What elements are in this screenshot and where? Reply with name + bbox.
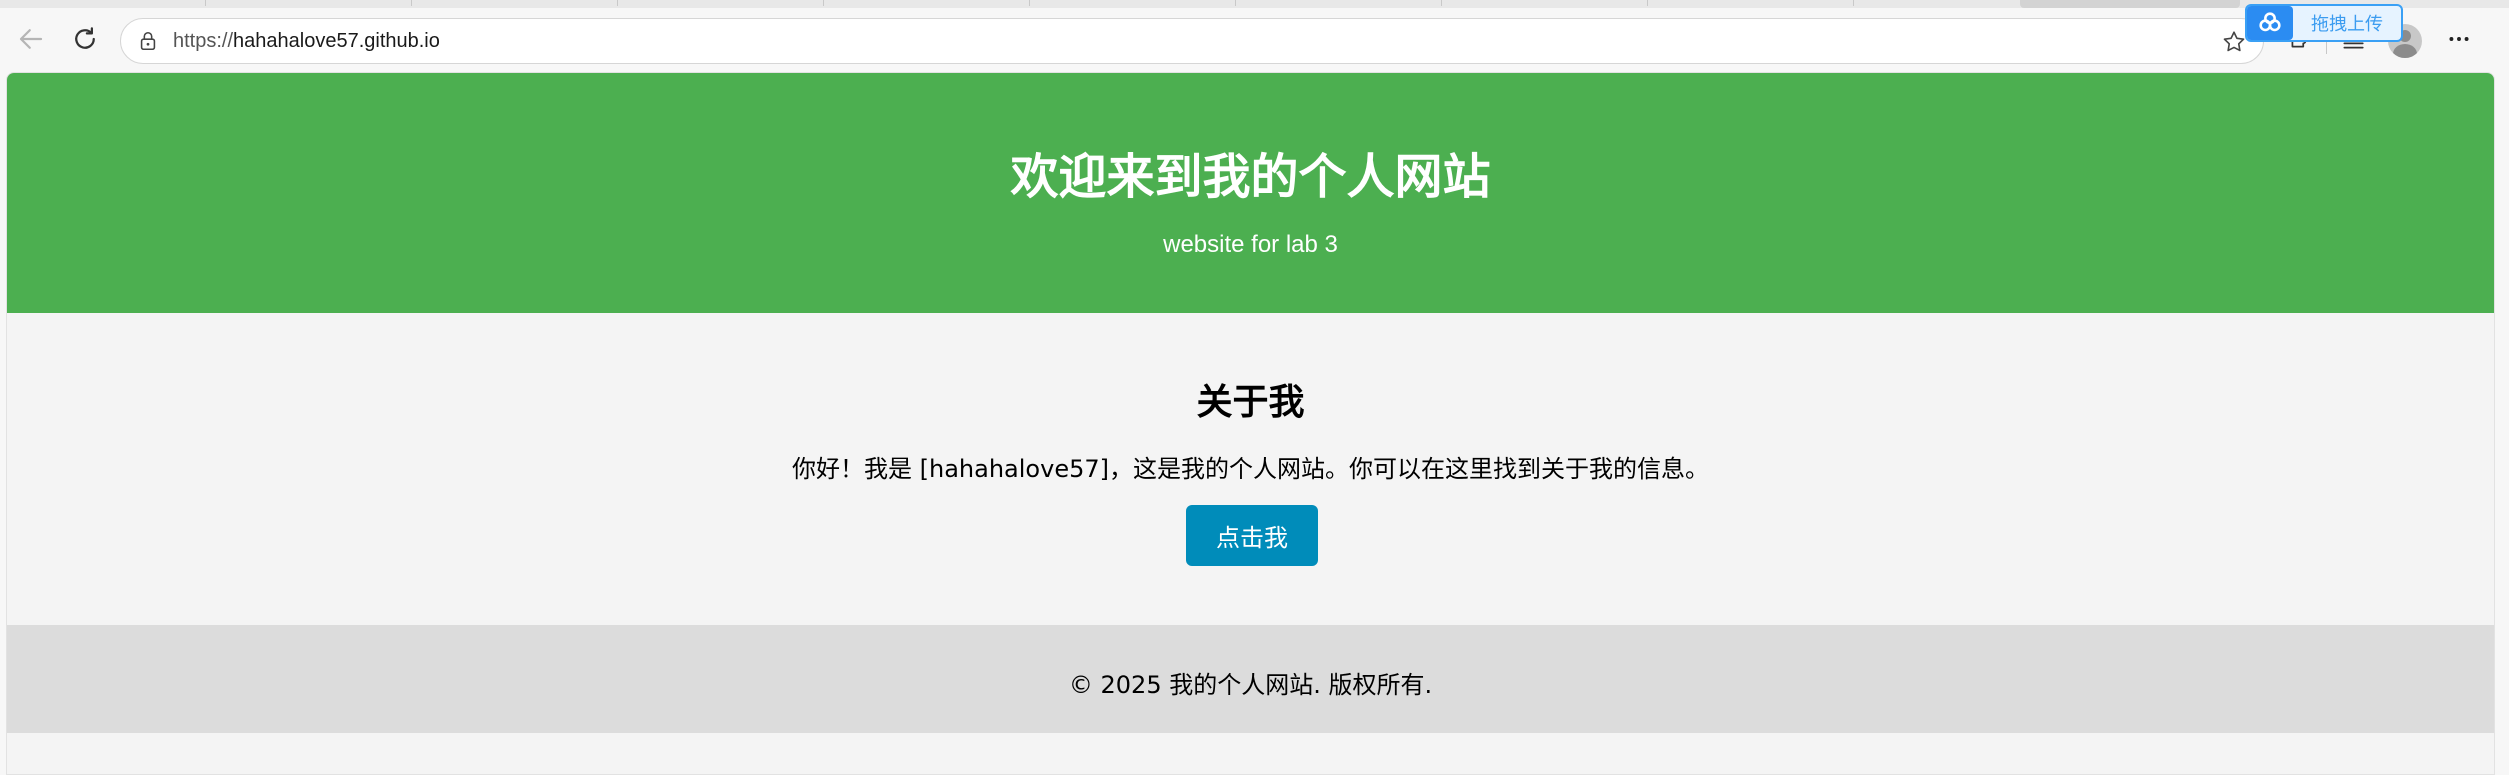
about-text: 你好！我是 [hahahalove57]，这是我的个人网站。你可以在这里找到关于… bbox=[792, 455, 1709, 483]
refresh-button[interactable] bbox=[62, 18, 108, 64]
browser-tab[interactable] bbox=[1648, 0, 1854, 6]
active-browser-tab[interactable] bbox=[2020, 0, 2240, 8]
more-icon bbox=[2446, 26, 2472, 57]
page-viewport: 欢迎来到我的个人网站 website for lab 3 关于我 你好！我是 [… bbox=[6, 72, 2495, 775]
browser-toolbar: https://hahahalove57.github.io bbox=[0, 8, 2509, 74]
back-button[interactable] bbox=[8, 18, 54, 64]
lock-icon[interactable] bbox=[135, 28, 161, 54]
click-me-button[interactable]: 点击我 bbox=[1186, 505, 1318, 566]
cloud-upload-icon bbox=[2247, 6, 2293, 40]
refresh-icon bbox=[70, 24, 100, 59]
site-title: 欢迎来到我的个人网站 bbox=[1010, 149, 1491, 205]
about-title: 关于我 bbox=[1196, 382, 1305, 423]
url-host: hahahalove57.github.io bbox=[233, 29, 440, 52]
browser-tab[interactable] bbox=[824, 0, 1030, 6]
url-text[interactable]: https://hahahalove57.github.io bbox=[173, 30, 440, 53]
back-arrow-icon bbox=[16, 24, 46, 59]
url-protocol: https:// bbox=[173, 29, 234, 52]
site-footer: © 2025 我的个人网站. 版权所有. bbox=[7, 625, 2494, 733]
site-header: 欢迎来到我的个人网站 website for lab 3 bbox=[7, 73, 2494, 313]
settings-menu-button[interactable] bbox=[2437, 19, 2481, 63]
browser-tab[interactable] bbox=[1442, 0, 1648, 6]
upload-widget[interactable]: 拖拽上传 bbox=[2245, 4, 2403, 42]
browser-tab[interactable] bbox=[1030, 0, 1236, 6]
about-section: 关于我 你好！我是 [hahahalove57]，这是我的个人网站。你可以在这里… bbox=[7, 313, 2494, 625]
address-bar[interactable]: https://hahahalove57.github.io bbox=[120, 18, 2264, 64]
browser-tab[interactable] bbox=[618, 0, 824, 6]
browser-tab[interactable] bbox=[206, 0, 412, 6]
site-subtitle: website for lab 3 bbox=[1163, 231, 1338, 258]
browser-tab[interactable] bbox=[0, 0, 206, 6]
browser-tab[interactable] bbox=[1236, 0, 1442, 6]
footer-text: © 2025 我的个人网站. 版权所有. bbox=[1068, 671, 1433, 699]
browser-tab[interactable] bbox=[412, 0, 618, 6]
tab-strip bbox=[0, 0, 2509, 8]
upload-widget-label: 拖拽上传 bbox=[2311, 14, 2383, 35]
